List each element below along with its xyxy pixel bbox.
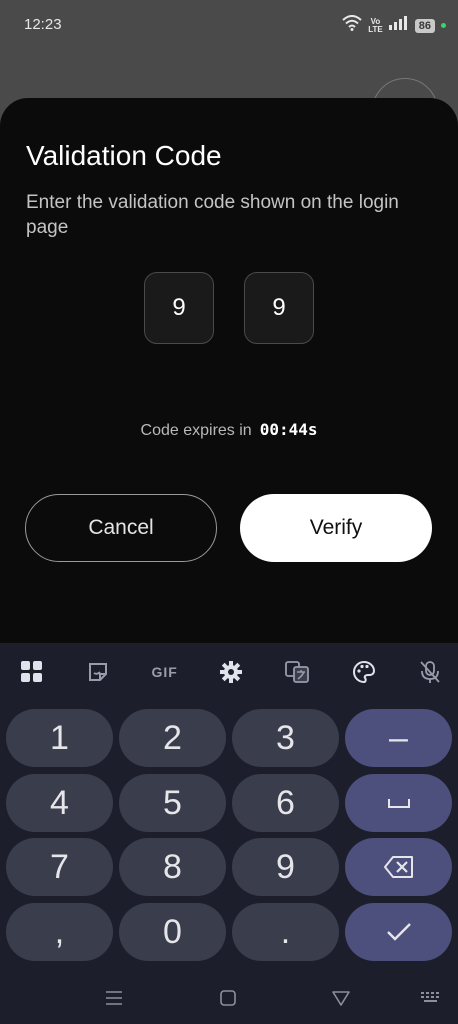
signal-icon [388,16,409,35]
gif-icon[interactable]: GIF [149,656,181,688]
battery-indicator: 86 [414,18,435,33]
key-2[interactable]: 2 [119,709,226,767]
menu-nav-icon[interactable] [104,989,124,1012]
wifi-icon [342,15,362,36]
expiry-timer: 00:44s [259,420,318,439]
key-8[interactable]: 8 [119,838,226,896]
key-0[interactable]: 0 [119,903,226,961]
key-period[interactable]: . [232,903,339,961]
apps-grid-icon[interactable] [16,656,48,688]
home-nav-icon[interactable] [218,989,238,1012]
key-done[interactable] [345,903,452,961]
status-icons: Vo LTE 86 [342,15,446,36]
expiry-notice: Code expires in 00:44s [0,420,458,440]
privacy-dot-icon [441,23,446,28]
theme-palette-icon[interactable] [348,656,380,688]
code-digit-2[interactable]: 9 [244,272,314,344]
keyboard-switch-icon[interactable] [420,989,442,1012]
key-7[interactable]: 7 [6,838,113,896]
volte-icon: Vo LTE [368,17,383,34]
dialog-subtitle: Enter the validation code shown on the l… [26,192,399,238]
key-comma[interactable]: , [6,903,113,961]
key-5[interactable]: 5 [119,774,226,832]
key-minus[interactable]: – [345,709,452,767]
key-9[interactable]: 9 [232,838,339,896]
mic-off-icon[interactable] [414,656,446,688]
key-4[interactable]: 4 [6,774,113,832]
dialog-title: Validation Code [26,140,222,171]
numeric-keyboard: GIF 1 2 3 – 4 5 6 7 8 9 , 0 . [0,643,458,1024]
key-6[interactable]: 6 [232,774,339,832]
cancel-button[interactable]: Cancel [25,494,217,562]
status-bar: 12:23 Vo LTE 86 [0,0,458,52]
key-backspace[interactable] [345,838,452,896]
space-icon [387,799,410,808]
backspace-icon [383,856,413,878]
settings-gear-icon[interactable] [215,656,247,688]
navigation-bar [0,979,458,1024]
code-digit-1[interactable]: 9 [144,272,214,344]
key-1[interactable]: 1 [6,709,113,767]
back-nav-icon[interactable] [331,989,351,1012]
sticker-icon[interactable] [82,656,114,688]
keyboard-toolbar: GIF [0,643,458,701]
volte-bottom: LTE [368,24,383,34]
verify-button[interactable]: Verify [240,494,432,562]
expiry-label: Code expires in [140,422,252,439]
checkmark-icon [386,923,411,941]
status-time: 12:23 [24,16,62,33]
key-space[interactable] [345,774,452,832]
key-3[interactable]: 3 [232,709,339,767]
translate-icon[interactable] [281,656,313,688]
gif-label: GIF [151,664,178,680]
validation-sheet: Validation Code Enter the validation cod… [0,98,458,658]
